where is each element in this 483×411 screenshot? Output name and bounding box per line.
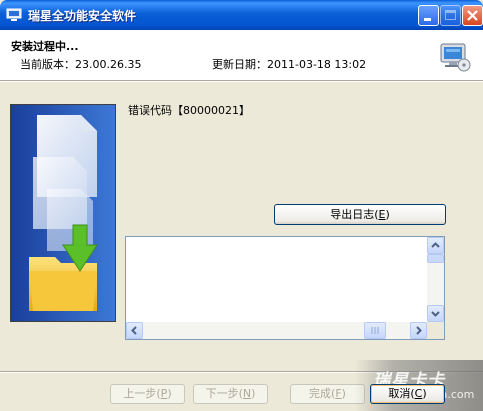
- export-log-button[interactable]: 导出日志(E): [274, 204, 446, 225]
- cancel-label: 取消(: [388, 387, 415, 400]
- next-hotkey: N: [242, 387, 252, 400]
- page-title: 安装过程中...: [11, 40, 79, 53]
- next-button[interactable]: 下一步(N): [193, 384, 268, 404]
- finish-button[interactable]: 完成(F): [290, 384, 365, 404]
- header-divider-highlight: [0, 81, 483, 82]
- current-version: 当前版本：23.00.26.35: [20, 58, 142, 71]
- scrollbar-corner: [427, 322, 444, 339]
- scroll-down-button[interactable]: [427, 305, 444, 322]
- minimize-icon: [424, 18, 431, 21]
- previous-button[interactable]: 上一步(P): [110, 384, 185, 404]
- monitor-disc-icon: [440, 43, 471, 72]
- finish-suffix: ): [341, 387, 346, 400]
- scroll-left-button[interactable]: [126, 322, 143, 339]
- arrow-left-icon: [131, 326, 137, 335]
- export-log-suffix: ): [385, 208, 390, 221]
- horizontal-scroll-thumb[interactable]: [364, 322, 386, 339]
- close-button[interactable]: [462, 5, 483, 26]
- scroll-right-button[interactable]: [410, 322, 427, 339]
- minimize-button[interactable]: [418, 5, 439, 26]
- scroll-up-button[interactable]: [427, 237, 444, 254]
- wizard-side-image: [10, 104, 116, 322]
- finish-label: 完成(: [309, 387, 336, 400]
- export-log-label: 导出日志(: [330, 208, 379, 221]
- arrow-up-icon: [431, 242, 440, 248]
- next-suffix: ): [251, 387, 256, 400]
- cancel-suffix: ): [422, 387, 427, 400]
- close-icon: [467, 10, 478, 21]
- vertical-scroll-thumb[interactable]: [427, 254, 444, 263]
- title-bar[interactable]: 瑞星全功能安全软件: [0, 0, 483, 30]
- app-monitor-icon: [6, 8, 22, 21]
- maximize-icon: [445, 10, 456, 20]
- log-textarea[interactable]: [125, 236, 445, 340]
- update-date: 更新日期：2011-03-18 13:02: [212, 58, 367, 71]
- wizard-header: 安装过程中... 当前版本：23.00.26.35 更新日期：2011-03-1…: [0, 30, 483, 80]
- cancel-button[interactable]: 取消(C): [370, 384, 445, 404]
- previous-suffix: ): [167, 387, 172, 400]
- grip-icon: [371, 327, 379, 334]
- install-illustration: [11, 105, 115, 321]
- arrow-right-icon: [416, 326, 422, 335]
- arrow-down-icon: [431, 311, 440, 317]
- window-title: 瑞星全功能安全软件: [28, 9, 137, 23]
- next-label: 下一步(: [205, 387, 243, 400]
- error-code-label: 错误代码【80000021】: [128, 104, 250, 117]
- horizontal-scrollbar[interactable]: [126, 322, 427, 339]
- previous-label: 上一步(: [123, 387, 161, 400]
- vertical-scrollbar[interactable]: [427, 237, 444, 322]
- maximize-button: [440, 5, 461, 26]
- footer-divider-highlight: [0, 372, 483, 373]
